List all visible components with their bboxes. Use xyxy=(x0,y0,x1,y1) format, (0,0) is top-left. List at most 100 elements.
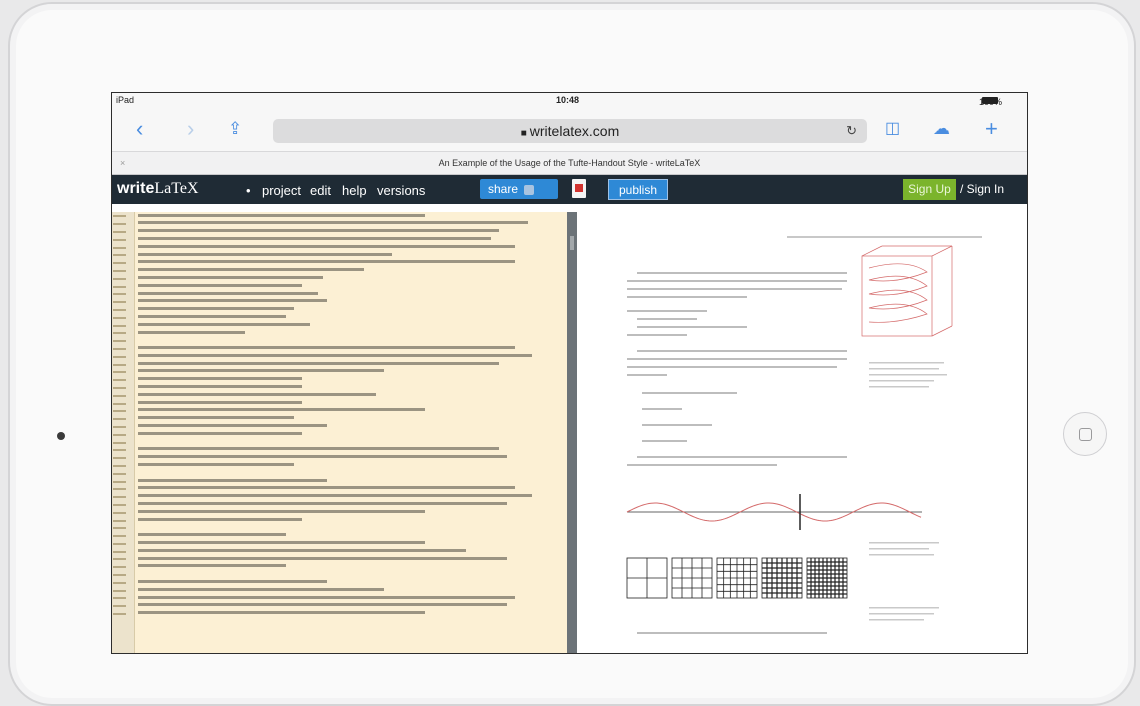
text-line xyxy=(642,440,687,442)
code-line xyxy=(138,377,532,385)
code-text-blur xyxy=(138,408,425,412)
line-number xyxy=(113,377,126,385)
text-line xyxy=(627,288,842,290)
menu-help[interactable]: help xyxy=(342,183,367,198)
line-number xyxy=(113,603,126,611)
code-line xyxy=(138,361,532,369)
code-text-blur xyxy=(138,236,491,240)
code-text-blur xyxy=(138,509,425,513)
nav-bullet: • xyxy=(246,183,251,198)
code-line xyxy=(138,587,532,595)
close-tab-icon[interactable]: × xyxy=(120,152,125,174)
code-text-blur xyxy=(138,502,507,506)
code-line xyxy=(138,400,532,408)
line-number xyxy=(113,353,126,361)
code-text-blur xyxy=(138,307,294,311)
code-editor[interactable] xyxy=(112,212,567,653)
tab-bar[interactable]: × An Example of the Usage of the Tufte-H… xyxy=(112,151,1027,175)
share-button[interactable]: share xyxy=(480,179,558,199)
front-camera xyxy=(57,432,65,440)
line-number xyxy=(113,299,126,307)
publish-button[interactable]: publish xyxy=(608,179,668,200)
code-line xyxy=(138,564,532,572)
status-bar: iPad 10:48 100% xyxy=(112,93,1027,107)
caption-line xyxy=(869,374,947,376)
line-number xyxy=(113,322,126,330)
code-line xyxy=(138,283,532,291)
code-text-blur xyxy=(138,385,302,389)
code-text-blur xyxy=(138,494,532,498)
code-text-blur xyxy=(138,595,516,599)
line-number xyxy=(113,221,126,229)
code-text-blur xyxy=(138,229,499,233)
code-text-blur xyxy=(138,322,311,326)
bookmarks-icon[interactable]: ◫ xyxy=(885,117,900,141)
code-text-blur xyxy=(138,587,384,591)
code-text-blur xyxy=(138,431,302,435)
code-line xyxy=(138,408,532,416)
code-line xyxy=(138,463,532,471)
writelatex-logo[interactable]: writeLaTeX xyxy=(117,180,199,198)
menu-edit[interactable]: edit xyxy=(310,183,331,198)
line-number xyxy=(113,338,126,346)
back-icon[interactable]: ‹ xyxy=(136,117,143,141)
battery-percent: 100% xyxy=(979,97,1003,107)
line-number xyxy=(113,517,126,525)
splitter-grip[interactable] xyxy=(570,236,574,250)
code-text-blur xyxy=(138,424,327,428)
text-line xyxy=(637,318,697,320)
code-text-blur xyxy=(138,260,516,264)
code-line xyxy=(138,447,532,455)
code-line xyxy=(138,548,532,556)
writelatex-navbar: writeLaTeX • project edit help versions … xyxy=(112,175,1027,204)
signin-link[interactable]: / Sign In xyxy=(960,182,1004,196)
reload-icon[interactable]: ↻ xyxy=(846,119,857,143)
new-tab-icon[interactable]: + xyxy=(985,117,998,141)
signup-button[interactable]: Sign Up xyxy=(903,179,956,200)
pane-splitter[interactable] xyxy=(567,212,577,653)
code-text-blur xyxy=(138,377,302,381)
line-number xyxy=(113,268,126,276)
pdf-icon[interactable] xyxy=(572,179,586,198)
caption-line xyxy=(869,607,939,609)
code-line xyxy=(138,501,532,509)
code-text-blur xyxy=(138,533,286,537)
code-line xyxy=(138,244,532,252)
text-line xyxy=(637,326,747,328)
code-text-blur xyxy=(138,400,302,404)
share-icon[interactable]: ⇪ xyxy=(228,117,242,141)
code-text-blur xyxy=(138,564,286,568)
code-line xyxy=(138,353,532,361)
line-number xyxy=(113,283,126,291)
line-number xyxy=(113,236,126,244)
text-line xyxy=(627,310,707,312)
code-text-blur xyxy=(138,416,294,420)
menu-versions[interactable]: versions xyxy=(377,183,425,198)
text-line xyxy=(627,358,847,360)
menu-project[interactable]: project xyxy=(262,183,301,198)
line-number xyxy=(113,275,126,283)
code-line xyxy=(138,595,532,603)
code-text-blur xyxy=(138,291,319,295)
code-text-blur xyxy=(138,517,302,521)
code-text-blur xyxy=(138,611,425,615)
line-number xyxy=(113,244,126,252)
pdf-preview[interactable] xyxy=(577,212,1027,653)
code-line xyxy=(138,424,532,432)
cloud-tabs-icon[interactable]: ☁ xyxy=(933,117,950,141)
latex-source[interactable] xyxy=(138,213,532,618)
line-number xyxy=(113,556,126,564)
text-line xyxy=(627,366,837,368)
code-line xyxy=(138,392,532,400)
home-button[interactable] xyxy=(1063,412,1107,456)
forward-icon[interactable]: › xyxy=(187,117,194,141)
address-bar[interactable]: ■ writelatex.com ↻ xyxy=(273,119,867,143)
url-text: writelatex.com xyxy=(529,123,620,139)
share-dropdown-icon xyxy=(524,184,535,195)
caption-line xyxy=(869,619,924,621)
line-number xyxy=(113,314,126,322)
code-line xyxy=(138,431,532,439)
